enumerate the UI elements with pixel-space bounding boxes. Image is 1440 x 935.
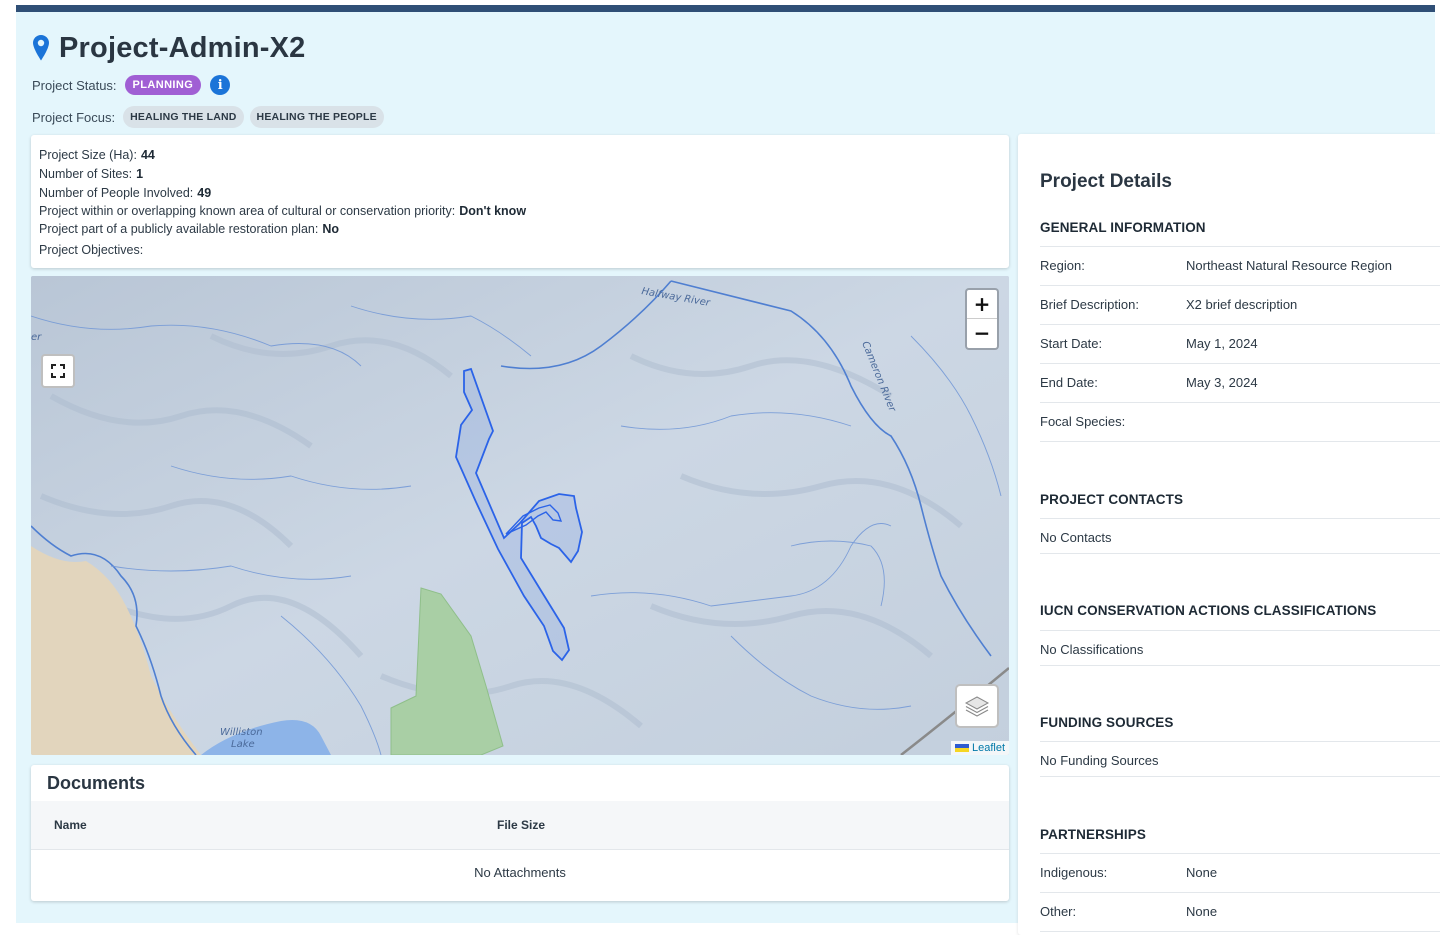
fullscreen-icon (51, 364, 65, 378)
map-attribution: Leaflet (950, 741, 1009, 755)
detail-key: Indigenous: (1040, 865, 1108, 880)
map-label-lake: Lake (231, 739, 255, 750)
focus-tag: HEALING THE LAND (123, 106, 244, 128)
documents-empty-message: No Attachments (474, 865, 566, 880)
info-icon[interactable]: i (210, 75, 231, 95)
general-info-heading: GENERAL INFORMATION (1040, 220, 1206, 235)
funding-empty: No Funding Sources (1040, 753, 1159, 768)
detail-value: May 1, 2024 (1186, 336, 1258, 351)
layers-icon (964, 696, 990, 717)
column-header-name[interactable]: Name (54, 818, 87, 832)
layers-button[interactable] (955, 684, 999, 728)
focus-label: Project Focus: (32, 109, 116, 125)
project-summary-card: Project Size (Ha): 44 Number of Sites: 1 N… (31, 135, 1009, 268)
project-details-panel: Project Details GENERAL INFORMATION Regi… (1018, 134, 1440, 935)
title-row: Project-Admin-X2 (32, 28, 306, 68)
summary-people: Number of People Involved: 49 (39, 186, 212, 200)
page-title: Project-Admin-X2 (59, 31, 306, 64)
partnership-row-indigenous: Indigenous: None (1040, 853, 1440, 892)
documents-card: Documents Name File Size No Attachments (31, 765, 1009, 901)
detail-value: None (1186, 904, 1218, 919)
leaflet-link[interactable]: Leaflet (972, 742, 1005, 754)
zoom-control: + − (965, 288, 999, 350)
detail-value: X2 brief description (1186, 297, 1298, 312)
detail-value: Northeast Natural Resource Region (1186, 258, 1392, 273)
documents-title: Documents (47, 773, 146, 793)
detail-row-focal-species: Focal Species: (1040, 402, 1440, 442)
zoom-in-button[interactable]: + (967, 290, 997, 319)
contacts-heading: PROJECT CONTACTS (1040, 492, 1184, 507)
status-badge: PLANNING (124, 75, 202, 95)
focus-row: Project Focus: HEALING THE LAND HEALING … (32, 105, 384, 129)
contacts-row: No Contacts (1040, 518, 1440, 554)
partnership-row-other: Other: None (1040, 892, 1440, 932)
map-pin-icon (33, 35, 49, 61)
detail-value: May 3, 2024 (1186, 375, 1258, 390)
detail-key: Brief Description: (1040, 297, 1139, 312)
summary-plan: Project part of a publicly available res… (39, 222, 339, 236)
detail-key: Start Date: (1040, 336, 1103, 351)
partnerships-heading: PARTNERSHIPS (1040, 827, 1146, 842)
detail-row-end-date: End Date: May 3, 2024 (1040, 363, 1440, 402)
documents-table-header: Name File Size (31, 801, 1009, 850)
detail-key: Region: (1040, 258, 1085, 273)
ukraine-flag-icon (954, 744, 969, 752)
summary-priority: Project within or overlapping known area… (39, 204, 527, 218)
iucn-heading: IUCN CONSERVATION ACTIONS CLASSIFICATION… (1040, 603, 1377, 618)
project-header: Project-Admin-X2 Project Status: PLANNIN… (16, 12, 1440, 935)
column-header-file-size[interactable]: File Size (497, 818, 545, 832)
status-row: Project Status: PLANNING i (32, 73, 231, 97)
fullscreen-button[interactable] (41, 354, 75, 388)
contacts-empty: No Contacts (1040, 530, 1112, 545)
summary-objectives: Project Objectives: (39, 243, 144, 257)
map-label-williston: Williston (220, 727, 263, 738)
status-label: Project Status: (32, 77, 117, 93)
funding-row: No Funding Sources (1040, 741, 1440, 777)
project-map[interactable]: Halfway River Cameron River Williston La… (31, 276, 1009, 755)
summary-sites: Number of Sites: 1 (39, 167, 144, 181)
iucn-empty: No Classifications (1040, 642, 1144, 657)
detail-key: End Date: (1040, 375, 1098, 390)
detail-key: Other: (1040, 904, 1077, 919)
iucn-row: No Classifications (1040, 630, 1440, 666)
detail-row-description: Brief Description: X2 brief description (1040, 285, 1440, 324)
detail-row-region: Region: Northeast Natural Resource Regio… (1040, 246, 1440, 285)
details-title: Project Details (1040, 171, 1172, 192)
detail-value: None (1186, 865, 1218, 880)
funding-heading: FUNDING SOURCES (1040, 715, 1174, 730)
map-label-edge: er (31, 332, 42, 343)
zoom-out-button[interactable]: − (967, 319, 997, 347)
top-bar (16, 0, 1435, 12)
detail-key: Focal Species: (1040, 414, 1126, 429)
summary-size: Project Size (Ha): 44 (39, 148, 155, 162)
focus-tag: HEALING THE PEOPLE (249, 106, 384, 128)
detail-row-start-date: Start Date: May 1, 2024 (1040, 324, 1440, 363)
top-bar-strip (16, 5, 1435, 12)
